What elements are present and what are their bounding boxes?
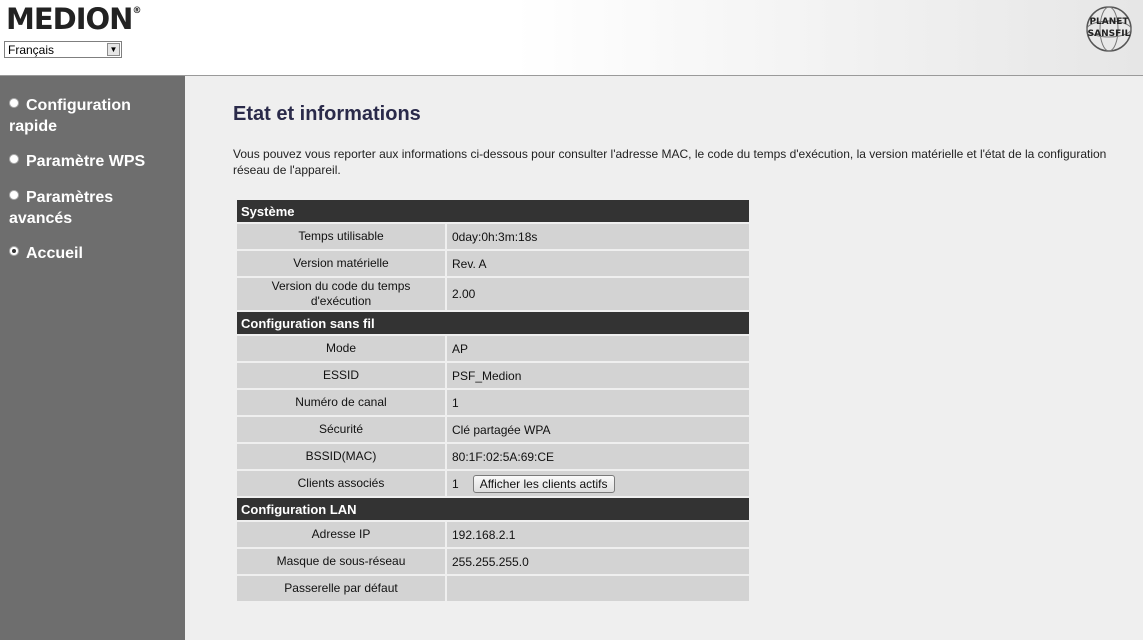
status-table: Système Temps utilisable 0day:0h:3m:18s V…: [235, 198, 751, 603]
sidebar-item-label: Paramètre WPS: [26, 153, 146, 170]
sidebar-item-accueil[interactable]: Accueil: [9, 243, 179, 264]
section-header-wireless: Configuration sans fil: [237, 312, 749, 334]
table-row: Adresse IP 192.168.2.1: [237, 522, 749, 547]
section-title: Configuration sans fil: [237, 312, 749, 334]
field-value: [447, 576, 749, 601]
table-row: Clients associés 1 Afficher les clients a…: [237, 471, 749, 496]
field-value: 0day:0h:3m:18s: [447, 224, 749, 249]
sidebar-item-label: Paramètres avancés: [9, 189, 114, 227]
field-label: Adresse IP: [237, 522, 445, 547]
table-row: Temps utilisable 0day:0h:3m:18s: [237, 224, 749, 249]
show-active-clients-button[interactable]: Afficher les clients actifs: [472, 474, 615, 493]
field-value: 192.168.2.1: [447, 522, 749, 547]
field-value: Clé partagée WPA: [447, 417, 749, 442]
sidebar-item-parametre-wps[interactable]: Paramètre WPS: [9, 151, 179, 172]
table-row: Sécurité Clé partagée WPA: [237, 417, 749, 442]
section-header-lan: Configuration LAN: [237, 498, 749, 520]
field-value: 80:1F:02:5A:69:CE: [447, 444, 749, 469]
field-value: 1: [447, 390, 749, 415]
table-row: Mode AP: [237, 336, 749, 361]
field-label: Sécurité: [237, 417, 445, 442]
intro-text: Vous pouvez vous reporter aux informatio…: [233, 147, 1107, 177]
bullet-icon: [9, 190, 19, 200]
header-bar: MEDION® Français ▼ PLANET SANSFIL: [0, 0, 1143, 76]
table-row: Version du code du temps d'exécution 2.00: [237, 278, 749, 310]
sidebar: Configuration rapide Paramètre WPS Param…: [0, 76, 185, 640]
field-label: Mode: [237, 336, 445, 361]
sidebar-item-parametres-avances[interactable]: Paramètres avancés: [9, 187, 179, 229]
field-value: 255.255.255.0: [447, 549, 749, 574]
planet-sansfil-logo: PLANET SANSFIL: [1086, 6, 1132, 52]
sidebar-item-configuration-rapide[interactable]: Configuration rapide: [9, 95, 179, 137]
svg-text:SANSFIL: SANSFIL: [1088, 29, 1131, 39]
brand-logo: MEDION®: [6, 2, 141, 36]
language-select-value: Français: [8, 43, 55, 57]
selected-bullet-icon: [9, 246, 19, 256]
field-label: BSSID(MAC): [237, 444, 445, 469]
table-row: Masque de sous-réseau 255.255.255.0: [237, 549, 749, 574]
field-value: PSF_Medion: [447, 363, 749, 388]
associated-clients-count: 1: [452, 476, 459, 491]
field-label: Version du code du temps d'exécution: [237, 278, 445, 310]
field-label: Clients associés: [237, 471, 445, 496]
table-row: BSSID(MAC) 80:1F:02:5A:69:CE: [237, 444, 749, 469]
section-title: Système: [237, 200, 749, 222]
field-value: Rev. A: [447, 251, 749, 276]
field-label: Numéro de canal: [237, 390, 445, 415]
page-title: Etat et informations: [233, 103, 421, 125]
field-label: Temps utilisable: [237, 224, 445, 249]
field-label: Masque de sous-réseau: [237, 549, 445, 574]
field-value: 2.00: [447, 278, 749, 310]
table-row: ESSID PSF_Medion: [237, 363, 749, 388]
field-value: 1 Afficher les clients actifs: [447, 471, 749, 496]
section-header-system: Système: [237, 200, 749, 222]
table-row: Numéro de canal 1: [237, 390, 749, 415]
svg-text:PLANET: PLANET: [1089, 17, 1129, 27]
sidebar-item-label: Accueil: [26, 245, 83, 262]
bullet-icon: [9, 98, 19, 108]
bullet-icon: [9, 154, 19, 164]
section-title: Configuration LAN: [237, 498, 749, 520]
field-value: AP: [447, 336, 749, 361]
table-row: Passerelle par défaut: [237, 576, 749, 601]
field-label: ESSID: [237, 363, 445, 388]
sidebar-item-label: Configuration rapide: [9, 97, 131, 135]
language-select[interactable]: Français ▼: [4, 41, 122, 58]
table-row: Version matérielle Rev. A: [237, 251, 749, 276]
chevron-down-icon[interactable]: ▼: [107, 43, 120, 56]
field-label: Passerelle par défaut: [237, 576, 445, 601]
field-label: Version matérielle: [237, 251, 445, 276]
